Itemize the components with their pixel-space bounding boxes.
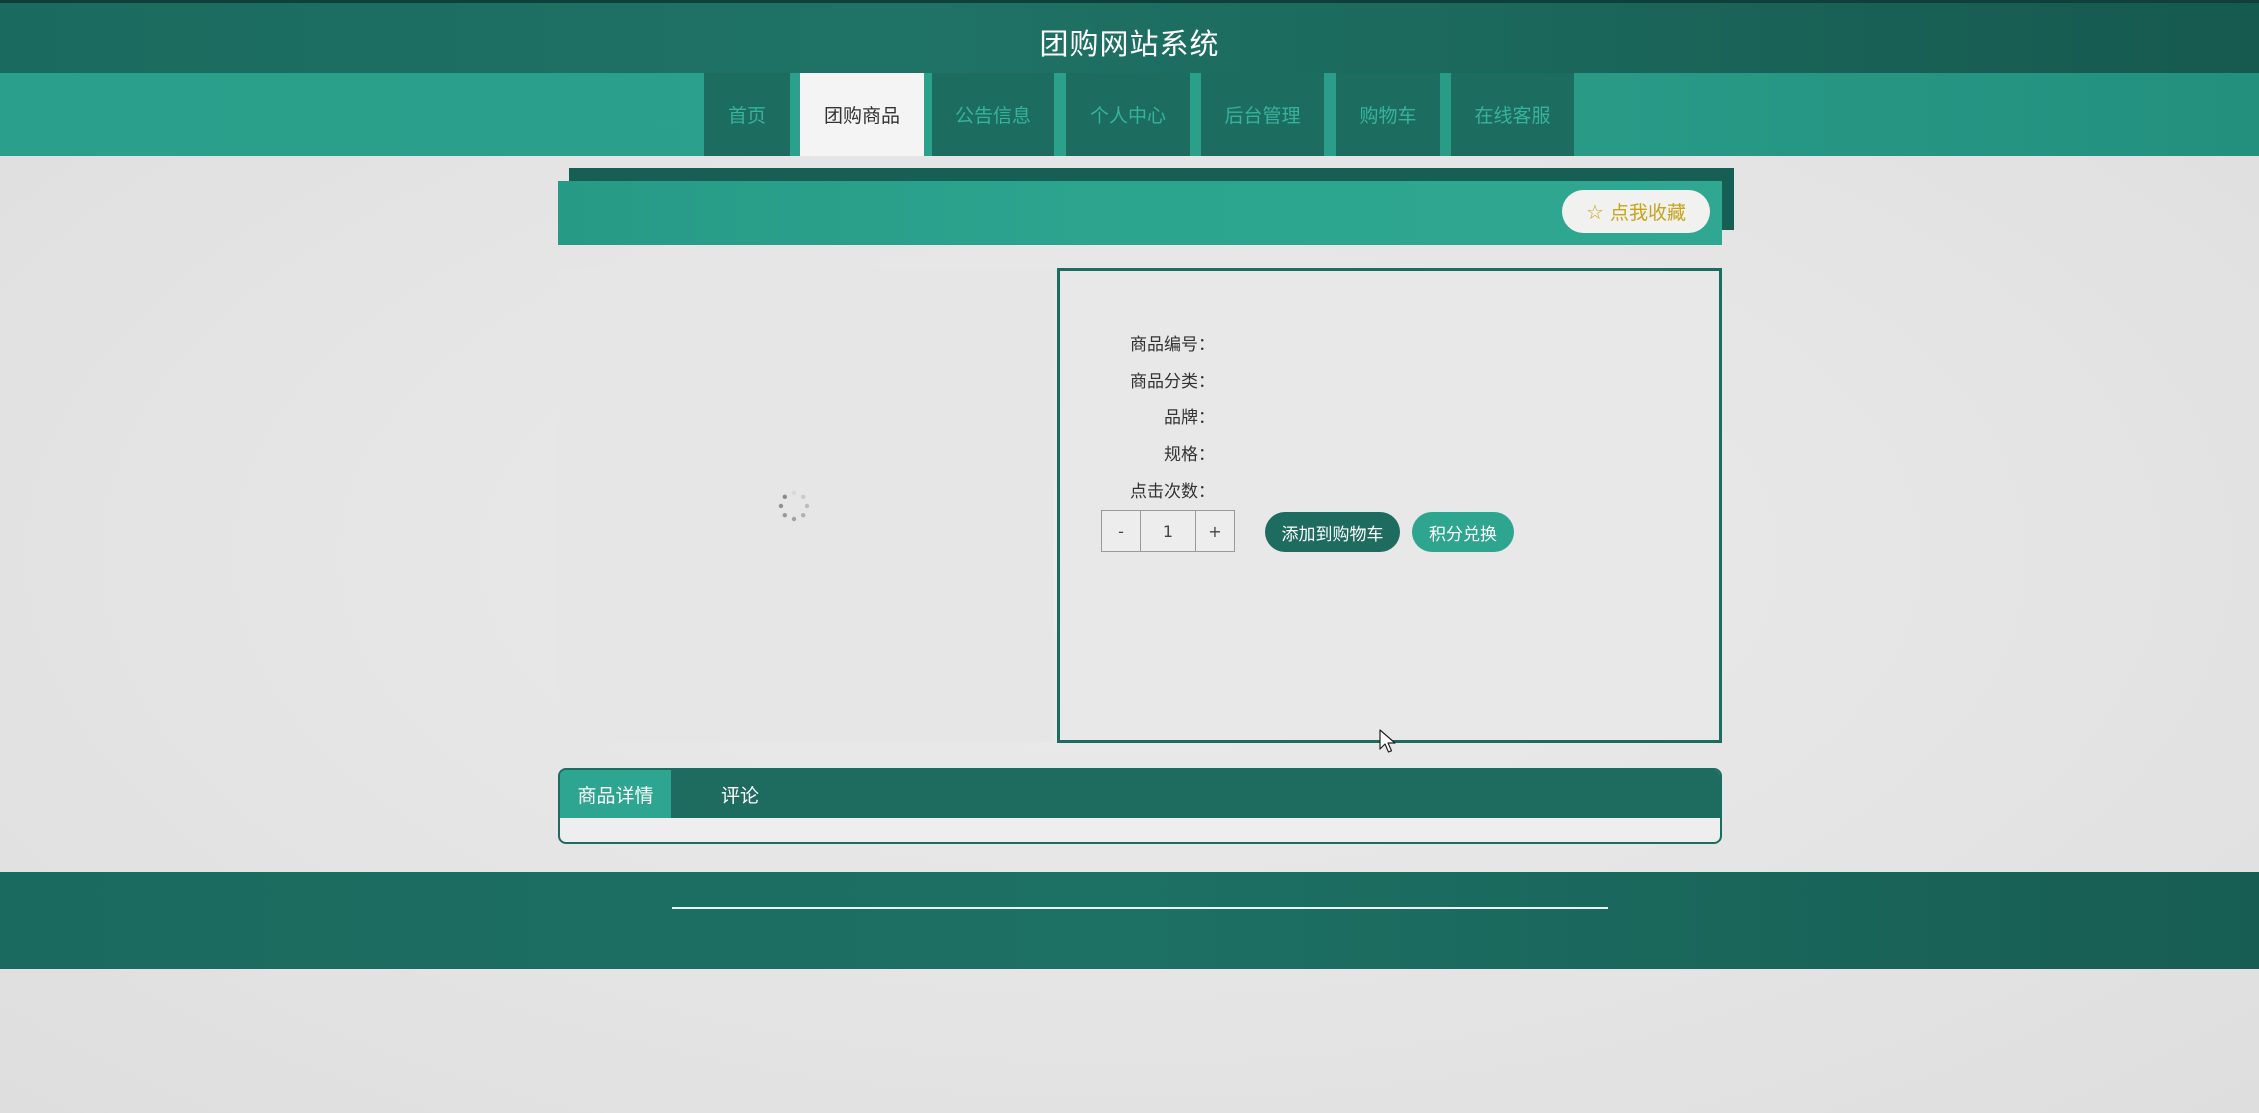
field-spec-label: 规格：	[1164, 445, 1215, 465]
favorite-label: 点我收藏	[1609, 202, 1686, 224]
favorite-button[interactable]: ☆ 点我收藏	[1562, 190, 1710, 233]
tab-comments[interactable]: 评论	[693, 770, 787, 818]
redeem-points-button[interactable]: 积分兑换	[1412, 512, 1514, 552]
nav-item-personal-center[interactable]: 个人中心	[1066, 73, 1190, 156]
quantity-value-wrapper	[1140, 511, 1196, 551]
mouse-cursor-icon	[1379, 729, 1396, 753]
field-product-id-label: 商品编号：	[1130, 335, 1215, 355]
nav-item-cart[interactable]: 购物车	[1336, 73, 1440, 156]
quantity-decrease-button[interactable]: -	[1102, 511, 1140, 551]
nav-item-admin[interactable]: 后台管理	[1201, 73, 1324, 156]
site-title: 团购网站系统	[1039, 27, 1220, 61]
quantity-stepper: - +	[1101, 510, 1235, 552]
product-info-panel: 商品编号： 商品分类： 品牌： 规格： 点击次数：	[1057, 268, 1722, 743]
footer-divider	[672, 907, 1608, 909]
field-category-label: 商品分类：	[1130, 372, 1215, 392]
detail-tabs: 商品详情 评论	[558, 768, 1722, 844]
loading-spinner-icon	[778, 490, 810, 522]
nav-item-online-service[interactable]: 在线客服	[1451, 73, 1574, 156]
nav-item-group-products[interactable]: 团购商品	[800, 73, 924, 156]
star-outline-icon: ☆	[1586, 199, 1604, 224]
product-banner	[558, 181, 1722, 245]
tab-product-details[interactable]: 商品详情	[560, 770, 671, 818]
nav-item-announcements[interactable]: 公告信息	[932, 73, 1054, 156]
nav-item-home[interactable]: 首页	[704, 73, 790, 156]
add-to-cart-button[interactable]: 添加到购物车	[1265, 512, 1400, 552]
footer	[0, 872, 2259, 969]
header-bar: 团购网站系统	[0, 0, 2259, 73]
field-brand-label: 品牌：	[1164, 408, 1215, 428]
detail-tabs-header: 商品详情 评论	[560, 770, 1720, 818]
field-click-count-label: 点击次数：	[1130, 482, 1215, 502]
quantity-input[interactable]	[1141, 511, 1195, 551]
quantity-increase-button[interactable]: +	[1196, 511, 1234, 551]
main-nav: 首页 团购商品 公告信息 个人中心 后台管理 购物车 在线客服	[0, 73, 2259, 156]
